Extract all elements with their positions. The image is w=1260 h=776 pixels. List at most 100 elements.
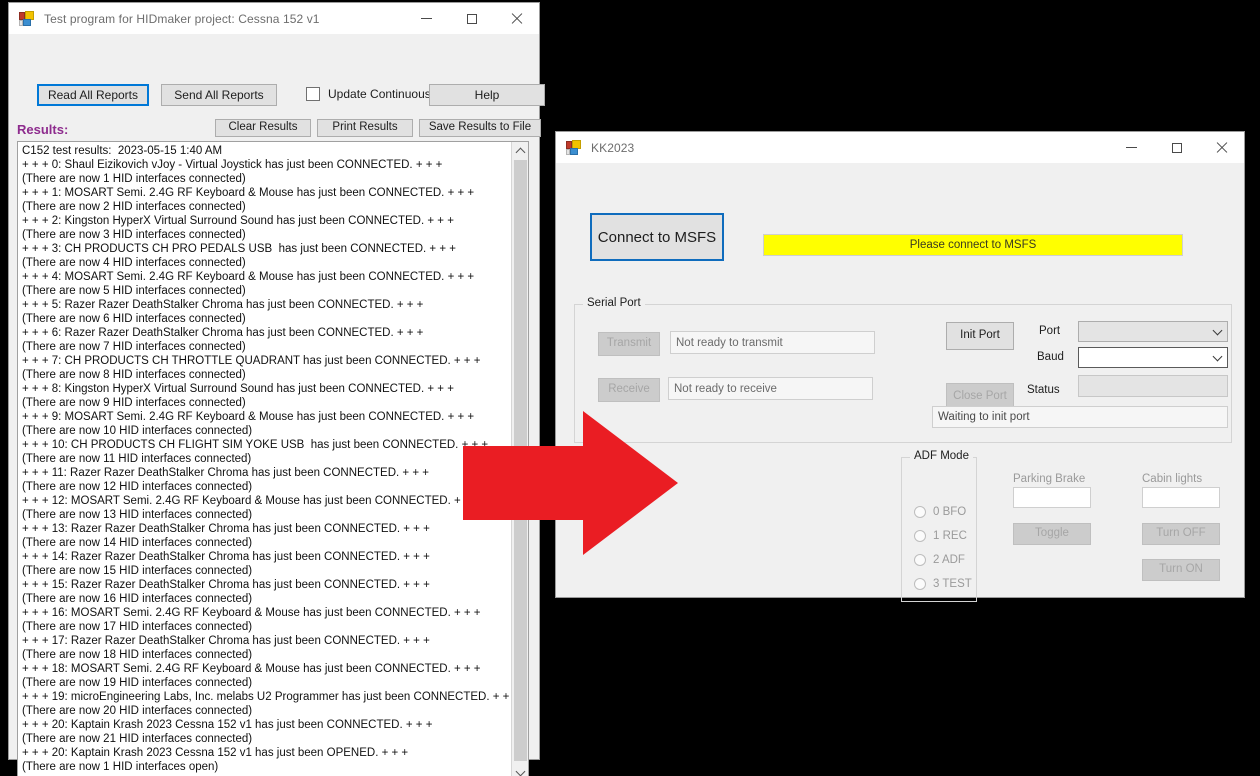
- results-line: + + + 8: Kingston HyperX Virtual Surroun…: [22, 383, 454, 395]
- adf-mode-radio-0-bfo[interactable]: 0 BFO: [914, 506, 966, 518]
- results-line: + + + 16: MOSART Semi. 2.4G RF Keyboard …: [22, 607, 481, 619]
- results-line: + + + 18: MOSART Semi. 2.4G RF Keyboard …: [22, 663, 481, 675]
- update-continuously-label: Update Continuously: [328, 87, 440, 101]
- results-line: + + + 20: Kaptain Krash 2023 Cessna 152 …: [22, 719, 433, 731]
- clear-results-button[interactable]: Clear Results: [215, 119, 311, 137]
- scroll-up-icon[interactable]: [512, 142, 529, 159]
- serial-port-group: Serial Port Transmit Not ready to transm…: [574, 297, 1232, 443]
- port-label: Port: [1039, 325, 1061, 337]
- results-line: (There are now 1 HID interfaces open): [22, 761, 219, 773]
- transmit-status-field: Not ready to transmit: [670, 331, 875, 354]
- results-line: (There are now 7 HID interfaces connecte…: [22, 341, 246, 353]
- kk2023-window: KK2023 Connect to MSFS Please connect to…: [555, 131, 1245, 602]
- parking-brake-field: [1013, 487, 1091, 508]
- baud-label: Baud: [1037, 351, 1064, 363]
- adf-mode-radio-1-rec[interactable]: 1 REC: [914, 530, 967, 542]
- results-line: + + + 2: Kingston HyperX Virtual Surroun…: [22, 215, 454, 227]
- results-line: (There are now 6 HID interfaces connecte…: [22, 313, 246, 325]
- results-line: + + + 15: Razer Razer DeathStalker Chrom…: [22, 579, 430, 591]
- left-window-title: Test program for HIDmaker project: Cessn…: [44, 11, 320, 26]
- receive-button[interactable]: Receive: [598, 378, 660, 402]
- close-button[interactable]: [494, 3, 539, 34]
- results-label: Results:: [17, 122, 69, 137]
- transmit-button[interactable]: Transmit: [598, 332, 660, 356]
- results-vertical-scrollbar[interactable]: [511, 142, 528, 776]
- cabin-lights-turn-on-button[interactable]: Turn ON: [1142, 559, 1220, 581]
- baud-combobox[interactable]: [1078, 347, 1228, 368]
- init-port-button[interactable]: Init Port: [946, 322, 1014, 350]
- results-line: (There are now 20 HID interfaces connect…: [22, 705, 253, 717]
- cabin-lights-field: [1142, 487, 1220, 508]
- radio-icon[interactable]: [914, 554, 926, 566]
- screen-root: Test program for HIDmaker project: Cessn…: [0, 0, 1260, 776]
- results-line: (There are now 8 HID interfaces connecte…: [22, 369, 246, 381]
- results-line: + + + 11: Razer Razer DeathStalker Chrom…: [22, 467, 429, 479]
- results-line: + + + 17: Razer Razer DeathStalker Chrom…: [22, 635, 430, 647]
- results-line: + + + 0: Shaul Eizikovich vJoy - Virtual…: [22, 159, 443, 171]
- results-line: (There are now 17 HID interfaces connect…: [22, 621, 253, 633]
- adf-mode-label: 1 REC: [933, 530, 967, 542]
- minimize-button[interactable]: [1109, 132, 1154, 163]
- results-line: + + + 19: microEngineering Labs, Inc. me…: [22, 691, 511, 703]
- connect-to-msfs-button[interactable]: Connect to MSFS: [590, 213, 724, 261]
- results-line: (There are now 14 HID interfaces connect…: [22, 537, 253, 549]
- app-icon: [19, 10, 35, 27]
- results-line: (There are now 21 HID interfaces connect…: [22, 733, 253, 745]
- status-label: Status: [1027, 384, 1060, 396]
- scrollbar-thumb[interactable]: [514, 160, 527, 761]
- cabin-lights-turn-off-button[interactable]: Turn OFF: [1142, 523, 1220, 545]
- status-field: [1078, 375, 1228, 397]
- results-line: + + + 20: Kaptain Krash 2023 Cessna 152 …: [22, 747, 409, 759]
- left-window-titlebar[interactable]: Test program for HIDmaker project: Cessn…: [9, 3, 539, 34]
- right-window-title: KK2023: [591, 140, 635, 155]
- send-all-reports-button[interactable]: Send All Reports: [161, 84, 277, 106]
- adf-mode-radio-2-adf[interactable]: 2 ADF: [914, 554, 965, 566]
- adf-mode-radio-3-test[interactable]: 3 TEST: [914, 578, 972, 590]
- port-waiting-message: Waiting to init port: [932, 406, 1228, 428]
- left-window-client: Read All Reports Send All Reports Update…: [9, 34, 545, 776]
- results-line: (There are now 19 HID interfaces connect…: [22, 677, 253, 689]
- results-line: + + + 5: Razer Razer DeathStalker Chroma…: [22, 299, 424, 311]
- results-textarea[interactable]: C152 test results: 2023-05-15 1:40 AM + +…: [17, 141, 529, 776]
- results-line: (There are now 15 HID interfaces connect…: [22, 565, 253, 577]
- right-window-titlebar[interactable]: KK2023: [556, 132, 1244, 163]
- adf-mode-group-title: ADF Mode: [910, 450, 973, 462]
- right-window-client: Connect to MSFS Please connect to MSFS S…: [556, 163, 1244, 602]
- results-line: + + + 14: Razer Razer DeathStalker Chrom…: [22, 551, 430, 563]
- radio-icon[interactable]: [914, 506, 926, 518]
- results-line: (There are now 9 HID interfaces connecte…: [22, 397, 246, 409]
- results-line: (There are now 13 HID interfaces connect…: [22, 509, 253, 521]
- print-results-button[interactable]: Print Results: [317, 119, 413, 137]
- results-line: + + + 3: CH PRODUCTS CH PRO PEDALS USB h…: [22, 243, 456, 255]
- parking-brake-toggle-button[interactable]: Toggle: [1013, 523, 1091, 545]
- minimize-button[interactable]: [404, 3, 449, 34]
- results-line: + + + 10: CH PRODUCTS CH FLIGHT SIM YOKE…: [22, 439, 489, 451]
- help-button[interactable]: Help: [429, 84, 545, 106]
- close-button[interactable]: [1199, 132, 1244, 163]
- update-continuously-checkbox[interactable]: Update Continuously: [306, 87, 439, 101]
- chevron-down-icon: [1212, 325, 1223, 335]
- save-results-to-file-button[interactable]: Save Results to File: [419, 119, 541, 137]
- read-all-reports-button[interactable]: Read All Reports: [37, 84, 149, 106]
- results-text-content: C152 test results: 2023-05-15 1:40 AM + +…: [18, 142, 511, 776]
- cabin-lights-label: Cabin lights: [1142, 473, 1203, 485]
- radio-icon[interactable]: [914, 530, 926, 542]
- results-line: (There are now 2 HID interfaces connecte…: [22, 201, 246, 213]
- app-icon: [566, 139, 582, 156]
- checkbox-box[interactable]: [306, 87, 320, 101]
- results-line: + + + 12: MOSART Semi. 2.4G RF Keyboard …: [22, 495, 481, 507]
- port-combobox[interactable]: [1078, 321, 1228, 342]
- scroll-down-icon[interactable]: [512, 764, 529, 776]
- radio-icon[interactable]: [914, 578, 926, 590]
- results-line: (There are now 10 HID interfaces connect…: [22, 425, 253, 437]
- results-line: (There are now 5 HID interfaces connecte…: [22, 285, 246, 297]
- chevron-down-icon: [1212, 351, 1223, 361]
- left-window-caption-buttons: [404, 3, 539, 34]
- results-line: (There are now 18 HID interfaces connect…: [22, 649, 253, 661]
- maximize-button[interactable]: [1154, 132, 1199, 163]
- right-window-caption-buttons: [1109, 132, 1244, 163]
- results-line: + + + 1: MOSART Semi. 2.4G RF Keyboard &…: [22, 187, 475, 199]
- receive-status-field: Not ready to receive: [668, 377, 873, 400]
- maximize-button[interactable]: [449, 3, 494, 34]
- results-line: (There are now 16 HID interfaces connect…: [22, 593, 253, 605]
